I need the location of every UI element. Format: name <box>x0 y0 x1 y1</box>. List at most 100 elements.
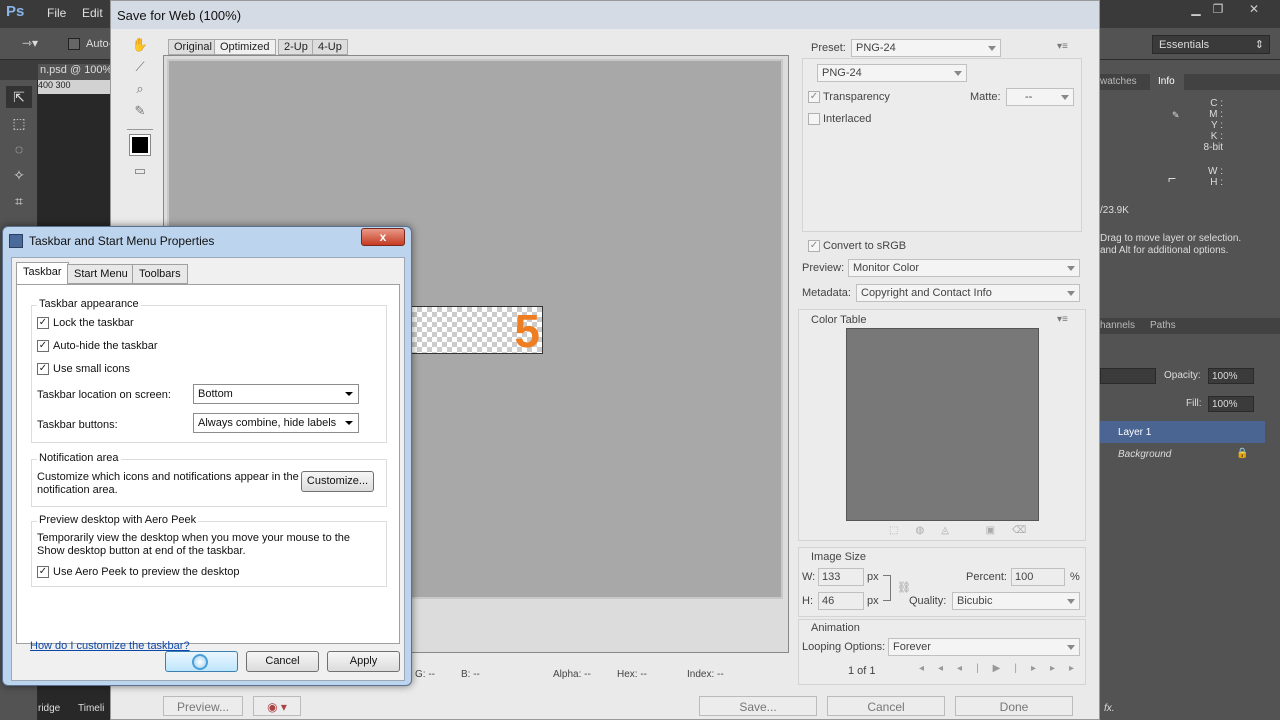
metadata-select[interactable]: Copyright and Contact Info <box>856 284 1080 302</box>
looping-select[interactable]: Forever <box>888 638 1080 656</box>
lock-color-icon[interactable]: ◬ <box>941 525 966 536</box>
info-k: K : <box>1210 131 1223 142</box>
format-select[interactable]: PNG-24 <box>817 64 967 82</box>
apply-button[interactable]: Apply <box>327 651 400 672</box>
tab-toolbars[interactable]: Toolbars <box>132 264 188 284</box>
aero-peek-checkbox[interactable]: ✓ <box>37 566 49 578</box>
auto-select-checkbox[interactable] <box>68 38 80 50</box>
cancel-button[interactable]: Cancel <box>827 696 945 716</box>
next-frame-icon[interactable]: |▸ <box>1014 663 1050 674</box>
transparency-checkbox[interactable]: ✓ <box>808 91 820 103</box>
prev-frame-icon[interactable]: ◂| <box>957 663 993 674</box>
zoom-tool-icon[interactable]: ⌕ <box>125 81 155 103</box>
matte-label: Matte: <box>970 91 1001 103</box>
preset-select[interactable]: PNG-24 <box>851 39 1001 57</box>
preview-button[interactable]: Preview... <box>163 696 243 716</box>
customize-button[interactable]: Customize... <box>301 471 374 492</box>
h-label: H: <box>802 595 813 607</box>
dialog-titlebar[interactable]: Taskbar and Start Menu Properties x <box>3 227 411 253</box>
hand-tool-icon[interactable]: ✋ <box>125 37 155 59</box>
new-color-icon[interactable]: ▣ <box>986 525 1012 536</box>
move-tool-icon[interactable]: ⇱ <box>6 86 32 108</box>
minimize-icon[interactable]: ▁ <box>1186 2 1206 18</box>
readout-alpha: Alpha: -- <box>553 669 591 680</box>
lock-taskbar-label: Lock the taskbar <box>53 317 134 329</box>
magic-wand-tool-icon[interactable]: ✧ <box>6 164 32 186</box>
tab-start-menu[interactable]: Start Menu <box>67 264 135 284</box>
interlaced-checkbox[interactable] <box>808 113 820 125</box>
looping-label: Looping Options: <box>802 641 886 653</box>
eyedropper-tool-icon[interactable]: ✎ <box>125 103 155 125</box>
channels-tab[interactable]: hannels <box>1100 320 1135 336</box>
help-link[interactable]: How do I customize the taskbar? <box>30 640 190 652</box>
notification-text-2: notification area. <box>37 484 118 496</box>
tab-taskbar[interactable]: Taskbar <box>16 262 69 285</box>
optimize-menu-icon[interactable]: ▾≡ <box>1057 41 1068 52</box>
tab-2-up[interactable]: 2-Up <box>278 39 314 55</box>
eyedropper-color-swatch[interactable] <box>129 134 151 156</box>
opacity-field[interactable]: 100% <box>1208 368 1254 384</box>
first-frame-icon[interactable]: ◂◂ <box>919 663 957 674</box>
info-eyedropper-icon: ✎ <box>1172 110 1180 120</box>
last-frame-icon[interactable]: ▸▸ <box>1050 663 1088 674</box>
matte-select[interactable]: -- <box>1006 88 1074 106</box>
height-field[interactable]: 46 <box>818 592 864 610</box>
web-shift-icon[interactable]: ◍ <box>915 525 941 536</box>
delete-color-icon[interactable]: ⌫ <box>1012 525 1043 536</box>
info-tab[interactable]: Info <box>1150 74 1184 92</box>
fill-field[interactable]: 100% <box>1208 396 1254 412</box>
timeline-tab[interactable]: Timeli <box>78 703 104 714</box>
close-button[interactable]: x <box>361 228 405 246</box>
hint-line-1: Drag to move layer or selection. <box>1100 233 1242 244</box>
marquee-tool-icon[interactable]: ⬚ <box>6 112 32 134</box>
tab-optimized[interactable]: Optimized <box>214 39 276 55</box>
quality-select[interactable]: Bicubic <box>952 592 1080 610</box>
link-proportions-icon[interactable]: ⛓ <box>897 581 911 594</box>
browser-preview-icon[interactable]: ◉ ▾ <box>253 696 301 716</box>
appearance-title: Taskbar appearance <box>37 298 141 310</box>
buttons-select[interactable]: Always combine, hide labels <box>193 413 359 433</box>
fx-button[interactable]: fx. <box>1104 703 1115 714</box>
image-size-label: Image Size <box>811 551 867 563</box>
slice-select-tool-icon[interactable]: ⟋ <box>125 59 155 81</box>
layer-1: Layer 1 <box>1118 427 1152 438</box>
location-value: Bottom <box>198 388 233 400</box>
animation-label: Animation <box>811 622 860 634</box>
cancel-button[interactable]: Cancel <box>246 651 319 672</box>
autohide-checkbox[interactable]: ✓ <box>37 340 49 352</box>
menu-file[interactable]: File <box>47 6 66 20</box>
percent-field[interactable]: 100 <box>1011 568 1065 586</box>
lock-taskbar-checkbox[interactable]: ✓ <box>37 317 49 329</box>
restore-icon[interactable]: ❐ <box>1208 2 1228 18</box>
frame-counter: 1 of 1 <box>848 665 876 677</box>
tab-original[interactable]: Original <box>168 39 218 55</box>
map-color-icon[interactable]: ⬚ <box>889 525 915 536</box>
preview-value: Monitor Color <box>853 262 920 274</box>
document-tab[interactable]: n.psd @ 100% <box>38 64 118 80</box>
lasso-tool-icon[interactable]: ◌ <box>6 138 32 160</box>
paths-tab[interactable]: Paths <box>1150 320 1176 336</box>
close-icon[interactable]: ✕ <box>1244 2 1264 18</box>
small-icons-checkbox[interactable]: ✓ <box>37 363 49 375</box>
save-button[interactable]: Save... <box>699 696 817 716</box>
format-value: PNG-24 <box>822 67 862 79</box>
crop-tool-icon[interactable]: ⌗ <box>6 190 32 212</box>
color-table-menu-icon[interactable]: ▾≡ <box>1057 314 1068 325</box>
width-field[interactable]: 133 <box>818 568 864 586</box>
play-icon[interactable]: ▶ <box>993 663 1015 674</box>
preview-select[interactable]: Monitor Color <box>848 259 1080 277</box>
bridge-tab[interactable]: ridge <box>38 703 60 714</box>
tab-4-up[interactable]: 4-Up <box>312 39 348 55</box>
convert-srgb-checkbox[interactable]: ✓ <box>808 240 820 252</box>
readout-b: B: -- <box>461 669 480 680</box>
menu-edit[interactable]: Edit <box>82 6 103 20</box>
move-tool-icon[interactable]: ⇾▾ <box>22 36 38 50</box>
buttons-value: Always combine, hide labels <box>198 417 337 429</box>
swatches-tab[interactable]: watches <box>1100 76 1137 92</box>
toggle-slices-icon[interactable]: ▭ <box>125 163 155 185</box>
workspace-switcher[interactable]: Essentials ⇕ <box>1152 35 1270 54</box>
done-button[interactable]: Done <box>955 696 1073 716</box>
location-select[interactable]: Bottom <box>193 384 359 404</box>
color-table-swatches[interactable] <box>846 328 1039 521</box>
doc-size: /23.9K <box>1100 205 1129 216</box>
